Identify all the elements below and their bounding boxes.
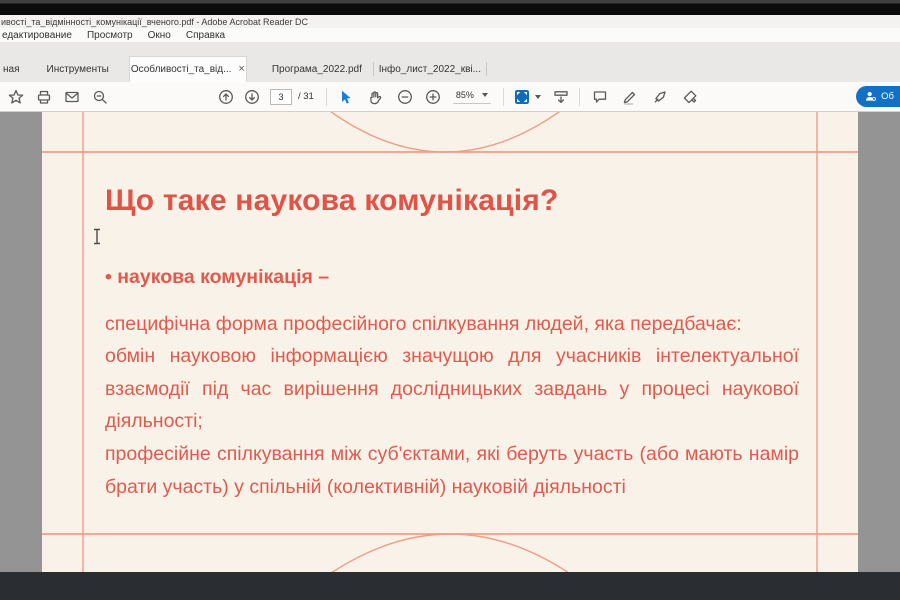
select-tool-icon[interactable] bbox=[337, 89, 353, 105]
tab-document-active[interactable]: Особливості_та_від... × bbox=[129, 56, 247, 82]
slide-paragraph: специфічна форма професійного спілкуванн… bbox=[105, 308, 799, 341]
menu-view[interactable]: Просмотр bbox=[87, 30, 133, 41]
email-icon[interactable] bbox=[64, 89, 80, 105]
close-tab-icon[interactable]: × bbox=[238, 64, 244, 75]
page-total-label: / 31 bbox=[298, 91, 314, 102]
search-zoom-icon[interactable] bbox=[92, 89, 108, 105]
scroll-mode-icon[interactable] bbox=[553, 89, 569, 105]
zoom-level-value: 85% bbox=[456, 90, 474, 100]
text-cursor-icon bbox=[92, 228, 102, 245]
page-up-icon[interactable] bbox=[218, 89, 234, 105]
slide-title: Що таке наукова комунікація? bbox=[105, 184, 805, 218]
slide-paragraph: обмін науковою інформацією значущою для … bbox=[105, 340, 799, 438]
page-down-icon[interactable] bbox=[244, 89, 260, 105]
window-title: ивості_та_відмінності_комунікації_вченог… bbox=[1, 17, 308, 27]
toolbar-divider bbox=[579, 88, 580, 106]
window-title-bar: ивості_та_відмінності_комунікації_вченог… bbox=[0, 15, 900, 28]
pdf-slide-page: Що таке наукова комунікація? • наукова к… bbox=[42, 112, 858, 572]
tab-home[interactable]: ная bbox=[3, 56, 20, 82]
menu-window[interactable]: Окно bbox=[148, 30, 171, 41]
chevron-down-icon bbox=[482, 93, 488, 97]
zoom-in-icon[interactable] bbox=[425, 89, 441, 105]
menu-help[interactable]: Справка bbox=[186, 30, 225, 41]
chevron-down-icon bbox=[535, 95, 541, 99]
menu-bar: едактирование Просмотр Окно Справка bbox=[0, 28, 900, 42]
zoom-level-control[interactable]: 85% bbox=[453, 90, 491, 104]
menu-edit[interactable]: едактирование bbox=[2, 30, 72, 41]
slide-bullet-line: • наукова комунікація – bbox=[105, 266, 799, 289]
share-person-icon bbox=[864, 90, 877, 103]
tab-document-label: Особливості_та_від... bbox=[131, 64, 232, 75]
toolbar-divider bbox=[503, 88, 504, 106]
bottom-black-bar bbox=[0, 572, 900, 600]
favorites-star-icon[interactable] bbox=[8, 89, 24, 105]
highlight-pencil-icon[interactable] bbox=[622, 89, 638, 105]
tab-programa[interactable]: Програма_2022.pdf bbox=[261, 56, 373, 82]
tab-info-list[interactable]: Інфо_лист_2022_кві... bbox=[374, 56, 486, 82]
screenshot-stage: ивості_та_відмінності_комунікації_вченог… bbox=[0, 0, 900, 600]
tab-strip: ная Инструменты Особливості_та_від... × … bbox=[0, 42, 900, 82]
fill-sign-icon[interactable] bbox=[682, 89, 698, 105]
share-button[interactable]: Об bbox=[856, 86, 900, 107]
zoom-out-icon[interactable] bbox=[397, 89, 413, 105]
comment-icon[interactable] bbox=[592, 89, 608, 105]
slide-paragraph: професійне спілкування між суб'єктами, я… bbox=[105, 438, 799, 503]
toolbar: 3 / 31 85% bbox=[0, 82, 900, 112]
print-icon[interactable] bbox=[36, 89, 52, 105]
page-number-input[interactable]: 3 bbox=[270, 89, 292, 105]
tab-tools[interactable]: Инструменты bbox=[47, 56, 109, 82]
tab-separator bbox=[486, 62, 487, 76]
page-fit-control[interactable] bbox=[514, 89, 541, 105]
sign-pen-icon[interactable] bbox=[652, 89, 668, 105]
document-pane[interactable]: Що таке наукова комунікація? • наукова к… bbox=[0, 112, 900, 572]
toolbar-divider bbox=[326, 88, 327, 106]
hand-tool-icon[interactable] bbox=[367, 89, 383, 105]
share-button-label: Об bbox=[881, 91, 894, 102]
top-black-strip bbox=[0, 0, 900, 15]
page-fit-icon bbox=[514, 89, 530, 105]
